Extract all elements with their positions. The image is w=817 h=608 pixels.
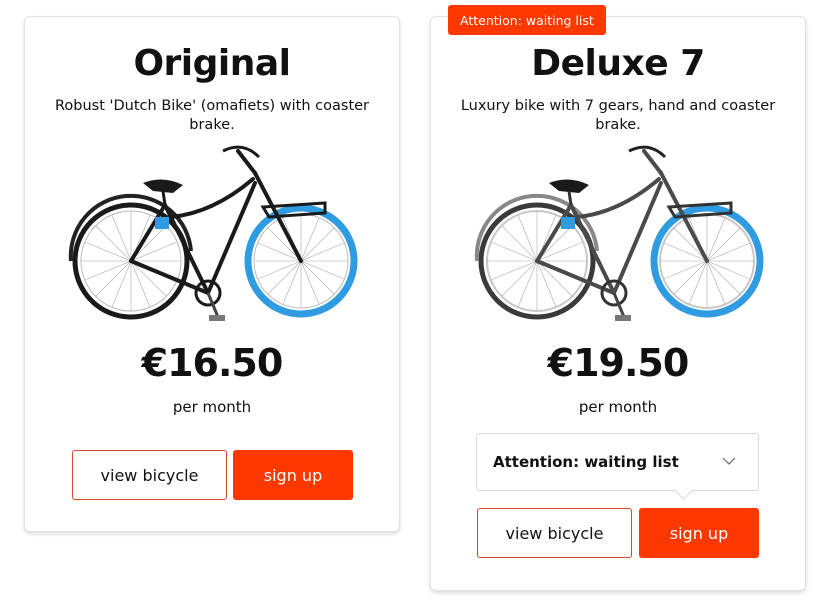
product-card-original: Original Robust 'Dutch Bike' (omafiets) … bbox=[24, 16, 400, 532]
bicycle-icon bbox=[474, 145, 764, 321]
bicycle-icon bbox=[68, 145, 358, 321]
product-title: Original bbox=[133, 43, 291, 84]
product-card-deluxe-7: Deluxe 7 Luxury bike with 7 gears, hand … bbox=[430, 16, 806, 591]
product-description: Robust 'Dutch Bike' (omafiets) with coas… bbox=[54, 98, 370, 133]
product-title: Deluxe 7 bbox=[531, 43, 705, 84]
view-bicycle-button[interactable]: view bicycle bbox=[477, 508, 632, 558]
waiting-list-badge: Attention: waiting list bbox=[448, 5, 606, 35]
waiting-list-label: Attention: waiting list bbox=[493, 453, 679, 471]
chevron-down-icon bbox=[722, 457, 736, 465]
product-price: €19.50 bbox=[547, 341, 690, 385]
product-description: Luxury bike with 7 gears, hand and coast… bbox=[460, 98, 776, 133]
sign-up-button[interactable]: sign up bbox=[639, 508, 759, 558]
view-bicycle-button[interactable]: view bicycle bbox=[72, 450, 227, 500]
sign-up-button[interactable]: sign up bbox=[233, 450, 353, 500]
price-period: per month bbox=[578, 398, 658, 416]
product-price: €16.50 bbox=[141, 341, 284, 385]
price-period: per month bbox=[172, 398, 252, 416]
dropdown-pointer bbox=[674, 481, 693, 500]
waiting-list-dropdown[interactable]: Attention: waiting list bbox=[476, 433, 759, 500]
